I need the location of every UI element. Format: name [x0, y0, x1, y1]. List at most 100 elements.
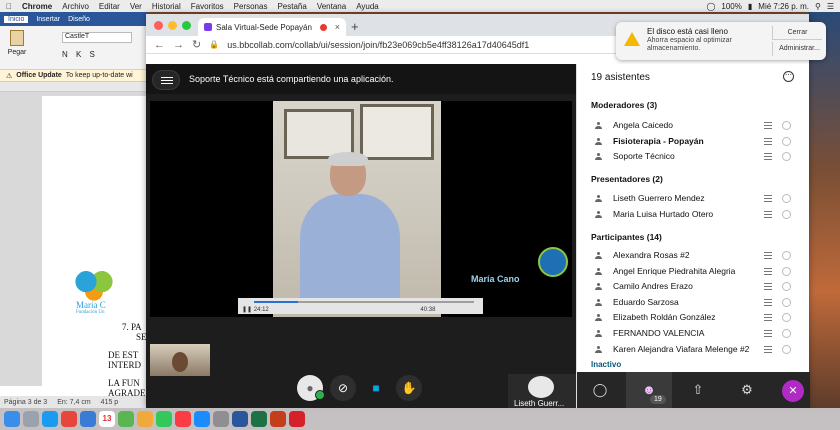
- close-panel-button[interactable]: ✕: [782, 380, 804, 402]
- speaker-tile[interactable]: Liseth Guerr...: [508, 374, 576, 408]
- share-content-icon[interactable]: ⇧: [675, 372, 721, 408]
- play-pause-icon[interactable]: ❚❚: [242, 307, 252, 313]
- maps-icon[interactable]: [118, 411, 134, 427]
- wifi-icon[interactable]: ◯: [706, 2, 715, 11]
- attendee-menu-icon[interactable]: [764, 137, 772, 145]
- participants-title: Participantes (14): [591, 232, 662, 242]
- new-tab-button[interactable]: +: [351, 19, 359, 34]
- attendee-row[interactable]: FERNANDO VALENCIA: [591, 327, 799, 341]
- attendee-row[interactable]: Karen Alejandra Viafara Melenge #2: [591, 343, 799, 357]
- camera-button[interactable]: ■: [363, 375, 389, 401]
- music-icon[interactable]: [175, 411, 191, 427]
- player-controls[interactable]: ❚❚ 24:12 40:38: [242, 306, 435, 313]
- menu-favoritos[interactable]: Favoritos: [191, 2, 224, 11]
- notification-close-button[interactable]: Cerrar: [772, 26, 822, 40]
- reload-icon[interactable]: ↻: [192, 38, 201, 51]
- attendees-icon[interactable]: ☻: [626, 372, 672, 408]
- minimize-window-button[interactable]: [168, 21, 177, 30]
- attendee-menu-icon[interactable]: [764, 122, 772, 129]
- mute-microphone-button[interactable]: ⊘: [330, 375, 356, 401]
- photos-icon[interactable]: [137, 411, 153, 427]
- menu-pestana[interactable]: Pestaña: [277, 2, 306, 11]
- launchpad-icon[interactable]: [23, 411, 39, 427]
- attendee-menu-icon[interactable]: [764, 153, 772, 161]
- messages-icon[interactable]: [156, 411, 172, 427]
- appstore-icon[interactable]: [194, 411, 210, 427]
- doc-line: SE: [136, 332, 147, 342]
- maximize-window-button[interactable]: [182, 21, 191, 30]
- raise-hand-button[interactable]: ✋: [396, 375, 422, 401]
- finder-icon[interactable]: [4, 411, 20, 427]
- attendee-menu-icon[interactable]: [764, 298, 772, 306]
- tab-insertar[interactable]: Insertar: [36, 16, 60, 23]
- battery-icon[interactable]: ▮: [748, 2, 752, 11]
- menubar-clock[interactable]: Mié 7:26 p. m.: [758, 2, 809, 11]
- attendee-row[interactable]: Liseth Guerrero Mendez: [591, 192, 799, 206]
- mail-icon[interactable]: [80, 411, 96, 427]
- close-window-button[interactable]: [154, 21, 163, 30]
- menu-ventana[interactable]: Ventana: [317, 2, 346, 11]
- lock-icon[interactable]: 🔒: [209, 40, 219, 49]
- attendee-menu-icon[interactable]: [764, 252, 772, 259]
- menu-archivo[interactable]: Archivo: [62, 2, 89, 11]
- acrobat-icon[interactable]: [289, 411, 305, 427]
- attendee-menu-icon[interactable]: [764, 314, 772, 322]
- apple-icon[interactable]: : [4, 2, 14, 11]
- attendee-menu-icon[interactable]: [764, 210, 772, 218]
- attendee-row[interactable]: Soporte Técnico: [591, 150, 799, 164]
- paste-button[interactable]: Pegar: [6, 30, 28, 66]
- more-options-icon[interactable]: ⋯: [783, 71, 794, 82]
- battery-percent[interactable]: 100%: [721, 2, 741, 11]
- format-buttons[interactable]: N K S: [62, 50, 98, 59]
- doc-line: LA FUN: [108, 378, 140, 388]
- attendee-name: Angela Caicedo: [613, 120, 674, 130]
- chrome-icon[interactable]: [61, 411, 77, 427]
- attendee-row[interactable]: Angel Enrique Piedrahita Alegria: [591, 265, 799, 279]
- tab-diseno[interactable]: Diseño: [68, 16, 90, 23]
- attendee-row[interactable]: Elizabeth Roldán González: [591, 311, 799, 325]
- tab-inicio[interactable]: Inicio: [4, 15, 29, 23]
- calendar-icon[interactable]: 13: [99, 411, 115, 427]
- menu-ver[interactable]: Ver: [130, 2, 142, 11]
- excel-icon[interactable]: [251, 411, 267, 427]
- menu-personas[interactable]: Personas: [234, 2, 268, 11]
- attendee-row[interactable]: Maria Luisa Hurtado Otero: [591, 208, 799, 222]
- browser-tab[interactable]: Sala Virtual-Sede Popayán ×: [198, 18, 346, 36]
- video-player-bar[interactable]: ❚❚ 24:12 40:38: [238, 298, 483, 314]
- word-icon[interactable]: [232, 411, 248, 427]
- session-menu-button[interactable]: [152, 70, 180, 90]
- menu-app-chrome[interactable]: Chrome: [22, 2, 52, 11]
- document-page[interactable]: María C Fundación Un 7. PA SE DE EST INT…: [42, 96, 148, 398]
- attendee-row[interactable]: Angela Caicedo: [591, 119, 799, 133]
- menu-historial[interactable]: Historial: [152, 2, 181, 11]
- settings-icon[interactable]: [213, 411, 229, 427]
- menu-list-icon[interactable]: ☰: [827, 2, 834, 11]
- tab-close-icon[interactable]: ×: [335, 22, 340, 32]
- collab-session: Soporte Técnico está compartiendo una ap…: [146, 64, 576, 408]
- chat-icon[interactable]: ◯: [577, 372, 623, 408]
- menu-editar[interactable]: Editar: [99, 2, 120, 11]
- attendee-menu-icon[interactable]: [764, 345, 772, 353]
- attendee-menu-icon[interactable]: [764, 283, 772, 291]
- person-icon: [595, 330, 602, 337]
- attendee-row[interactable]: Eduardo Sarzosa: [591, 296, 799, 310]
- attendee-row[interactable]: Camilo Andres Erazo: [591, 280, 799, 294]
- logo-subcaption: Fundación Un: [76, 310, 105, 315]
- settings-gear-icon[interactable]: ⚙: [724, 372, 770, 408]
- attendee-row[interactable]: Fisioterapia - Popayán: [591, 135, 799, 149]
- attendee-row[interactable]: Alexandra Rosas #2: [591, 249, 799, 263]
- menu-ayuda[interactable]: Ayuda: [356, 2, 379, 11]
- participant-thumbnail[interactable]: [150, 344, 210, 376]
- forward-icon[interactable]: →: [173, 39, 184, 51]
- font-select[interactable]: CastleT: [62, 32, 132, 43]
- address-bar[interactable]: us.bbcollab.com/collab/ui/session/join/f…: [227, 40, 529, 50]
- attendee-menu-icon[interactable]: [764, 267, 772, 275]
- notification-manage-button[interactable]: Administrar...: [772, 42, 826, 56]
- safari-icon[interactable]: [42, 411, 58, 427]
- attendee-menu-icon[interactable]: [764, 330, 772, 337]
- back-icon[interactable]: ←: [154, 39, 165, 51]
- attendee-menu-icon[interactable]: [764, 195, 772, 202]
- player-time-right: 40:38: [420, 307, 436, 313]
- search-icon[interactable]: ⚲: [815, 2, 821, 11]
- powerpoint-icon[interactable]: [270, 411, 286, 427]
